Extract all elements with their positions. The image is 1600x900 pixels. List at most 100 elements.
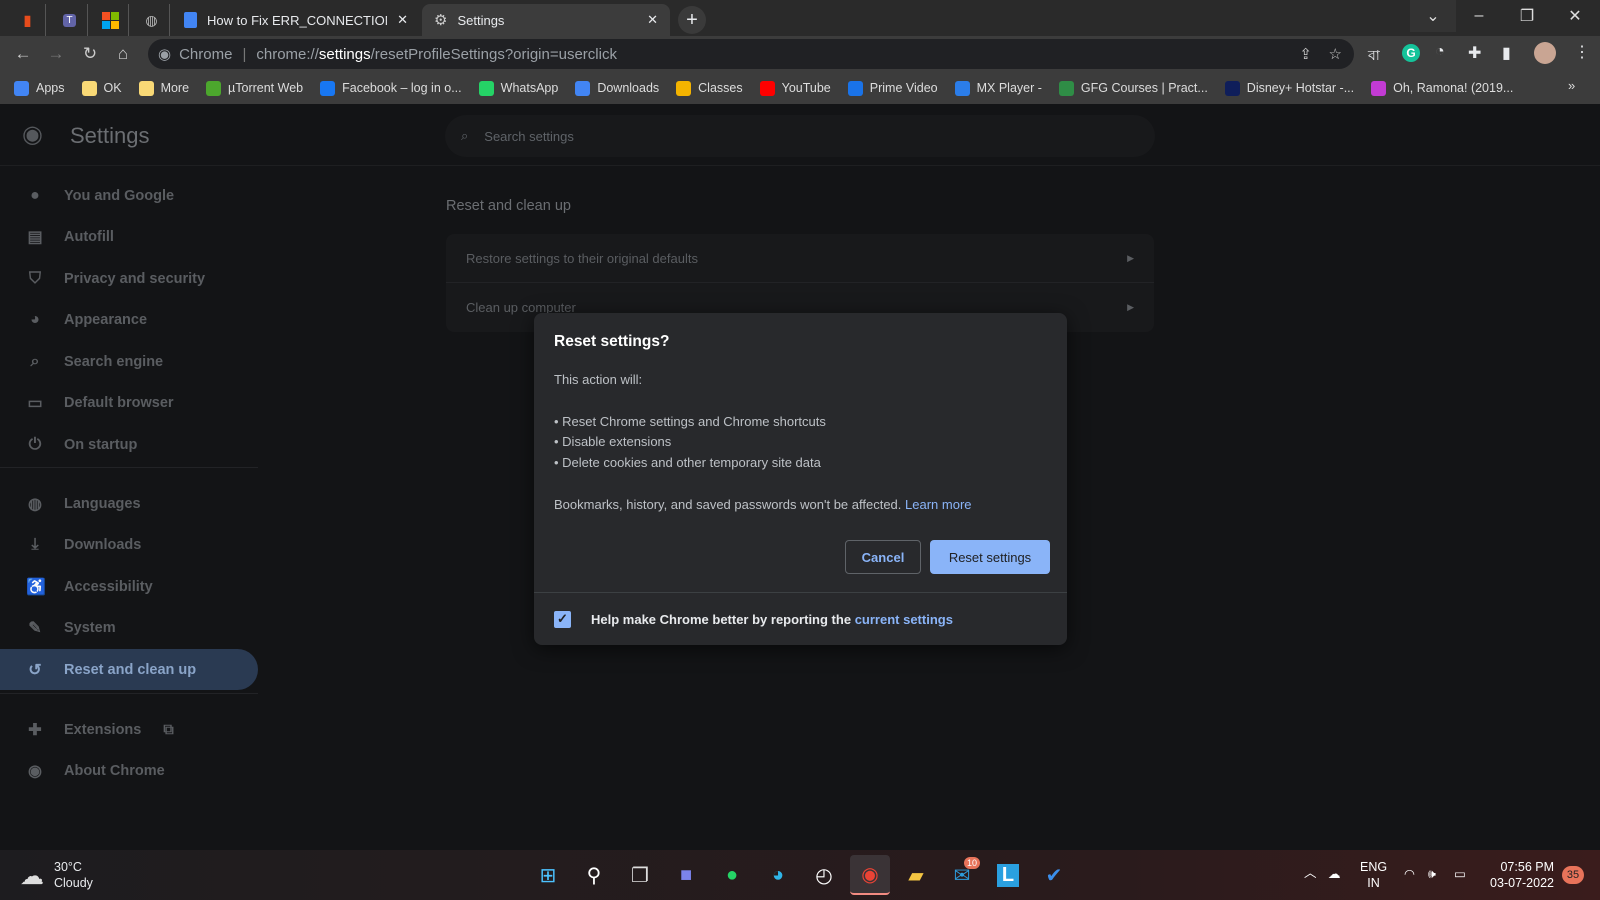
extension-bangla-icon[interactable]: বা xyxy=(1368,44,1380,68)
teams-chat-button[interactable]: ■ xyxy=(666,855,706,895)
restore-defaults-row[interactable]: Restore settings to their original defau… xyxy=(446,234,1154,283)
pinned-tab-teams[interactable]: T xyxy=(52,4,88,36)
report-checkbox[interactable]: ✓ xyxy=(554,610,571,628)
l-app-button[interactable]: L xyxy=(988,855,1028,895)
share-icon[interactable]: ⇪ xyxy=(1299,45,1312,63)
sidebar-item-label: About Chrome xyxy=(64,762,165,779)
whatsapp-taskbar-button[interactable]: ● xyxy=(712,855,752,895)
sidebar-item-extensions[interactable]: ✚ Extensions ⧉ xyxy=(0,709,258,750)
side-panel-icon[interactable]: ▮ xyxy=(1502,43,1511,63)
sidebar-item-languages[interactable]: ◍ Languages xyxy=(0,483,258,524)
more-bookmarks-button[interactable]: » xyxy=(1568,78,1575,93)
reload-button[interactable]: ↻ xyxy=(74,38,106,70)
bookmark-item[interactable]: OK xyxy=(81,80,122,96)
bookmark-item[interactable]: µTorrent Web xyxy=(206,80,303,96)
bookmark-item[interactable]: MX Player - xyxy=(954,80,1042,96)
restore-button[interactable]: ❐ xyxy=(1504,0,1550,32)
back-button[interactable]: ← xyxy=(7,38,39,70)
accessibility-icon: ♿ xyxy=(26,578,46,596)
chrome-taskbar-button[interactable]: ◉ xyxy=(850,855,890,895)
extensions-puzzle-icon[interactable]: ✚ xyxy=(1468,43,1481,63)
sidebar-item-autofill[interactable]: ▤ Autofill xyxy=(0,216,258,257)
battery-icon[interactable]: ▭ xyxy=(1454,866,1466,882)
folder-icon xyxy=(138,80,154,96)
sidebar-item-on-startup[interactable]: ⏻ On startup xyxy=(0,424,258,465)
bookmark-star-icon[interactable]: ☆ xyxy=(1329,45,1342,63)
search-taskbar-button[interactable]: ⚲ xyxy=(574,855,614,895)
current-settings-link[interactable]: current settings xyxy=(855,612,953,627)
tab-search-button[interactable]: ⌄ xyxy=(1410,0,1456,32)
bookmark-item[interactable]: WhatsApp xyxy=(478,80,558,96)
learn-more-link[interactable]: Learn more xyxy=(905,497,971,512)
bookmark-label: GFG Courses | Pract... xyxy=(1080,81,1208,95)
edge-taskbar-button[interactable]: ◕ xyxy=(758,855,798,895)
bookmark-label: Apps xyxy=(36,81,65,95)
weather-widget[interactable]: 30°C Cloudy xyxy=(54,859,93,891)
close-window-button[interactable]: ✕ xyxy=(1552,0,1598,32)
minimize-button[interactable]: – xyxy=(1456,0,1502,32)
sidebar-item-search-engine[interactable]: ⌕ Search engine xyxy=(0,341,258,382)
sidebar-item-downloads[interactable]: ⤓ Downloads xyxy=(0,524,258,565)
bookmark-item[interactable]: Disney+ Hotstar -... xyxy=(1224,80,1354,96)
grammarly-icon[interactable]: G xyxy=(1402,44,1420,62)
bookmark-item[interactable]: Downloads xyxy=(575,80,659,96)
close-tab-icon[interactable]: ✕ xyxy=(397,12,408,28)
forward-button[interactable]: → xyxy=(40,38,72,70)
mail-taskbar-button[interactable]: ✉ 10 xyxy=(942,855,982,895)
m-icon xyxy=(1371,80,1387,96)
cancel-button[interactable]: Cancel xyxy=(845,540,921,574)
file-explorer-button[interactable]: ▰ xyxy=(896,855,936,895)
chrome-icon: ◉ xyxy=(861,863,879,886)
bookmark-label: Oh, Ramona! (2019... xyxy=(1393,81,1514,95)
close-tab-icon[interactable]: ✕ xyxy=(647,12,658,28)
speedometer-icon: ◴ xyxy=(815,864,833,887)
bookmark-item[interactable]: Prime Video xyxy=(847,80,938,96)
bookmark-item[interactable]: Facebook – log in o... xyxy=(320,80,462,96)
sidebar-item-privacy-and-security[interactable]: ⛉ Privacy and security xyxy=(0,258,258,299)
pinned-tab-globe[interactable]: ◍ xyxy=(134,4,170,36)
bookmark-item[interactable]: GFG Courses | Pract... xyxy=(1058,80,1208,96)
menu-kebab-icon[interactable]: ⋮ xyxy=(1574,42,1590,62)
speed-extension-icon[interactable]: ◔ xyxy=(1435,43,1445,61)
onedrive-error-icon[interactable]: ☁ xyxy=(1328,866,1341,882)
bookmark-label: YouTube xyxy=(781,81,831,95)
address-bar[interactable]: ◉ Chrome | chrome://settings/resetProfil… xyxy=(148,39,1354,69)
new-tab-button[interactable]: + xyxy=(678,6,706,34)
sidebar-item-you-and-google[interactable]: ● You and Google xyxy=(0,175,258,216)
reset-settings-button[interactable]: Reset settings xyxy=(930,540,1050,574)
whatsapp-icon xyxy=(478,80,494,96)
clock[interactable]: 07:56 PM 03-07-2022 xyxy=(1486,859,1554,891)
tab-how-to-fix[interactable]: How to Fix ERR_CONNECTION_R ✕ xyxy=(172,4,420,36)
bookmark-label: More xyxy=(160,81,190,95)
bookmark-item[interactable]: Classes xyxy=(676,80,743,96)
todo-taskbar-button[interactable]: ✔ xyxy=(1034,855,1074,895)
avatar[interactable] xyxy=(1534,42,1556,64)
sidebar-item-reset-and-clean-up[interactable]: ↺ Reset and clean up xyxy=(0,649,258,690)
bookmark-item[interactable]: Apps xyxy=(14,80,65,96)
sidebar-item-system[interactable]: ✎ System xyxy=(0,607,258,648)
bookmark-item[interactable]: Oh, Ramona! (2019... xyxy=(1371,80,1514,96)
sidebar-item-about-chrome[interactable]: ◉ About Chrome xyxy=(0,750,258,791)
task-view-button[interactable]: ❐ xyxy=(620,855,660,895)
mail-badge: 10 xyxy=(963,857,980,869)
language-indicator[interactable]: ENG IN xyxy=(1360,859,1387,891)
sidebar-item-default-browser[interactable]: ▭ Default browser xyxy=(0,382,258,423)
chevron-up-icon[interactable]: ︿ xyxy=(1304,865,1317,881)
pinned-tab-office[interactable]: ▮ xyxy=(10,4,46,36)
search-input[interactable]: ⌕ Search settings xyxy=(445,115,1155,157)
url-scheme: chrome:// xyxy=(256,45,319,63)
notification-badge[interactable]: 35 xyxy=(1562,866,1584,884)
wifi-icon[interactable]: ◠ xyxy=(1404,866,1415,882)
sidebar-item-accessibility[interactable]: ♿ Accessibility xyxy=(0,566,258,607)
sidebar-item-appearance[interactable]: ◕ Appearance xyxy=(0,299,258,340)
chrome-icon: ◉ xyxy=(28,762,42,780)
speedtest-taskbar-button[interactable]: ◴ xyxy=(804,855,844,895)
bookmark-item[interactable]: YouTube xyxy=(759,80,831,96)
tab-settings[interactable]: ⚙ Settings ✕ xyxy=(422,4,670,36)
start-button[interactable]: ⊞ xyxy=(528,855,568,895)
home-button[interactable]: ⌂ xyxy=(107,38,139,70)
bookmark-item[interactable]: More xyxy=(138,80,190,96)
volume-icon[interactable]: 🕪 xyxy=(1428,866,1436,882)
chevron-right-icon: ▶ xyxy=(1127,302,1134,312)
pinned-tab-microsoft[interactable] xyxy=(93,4,129,36)
